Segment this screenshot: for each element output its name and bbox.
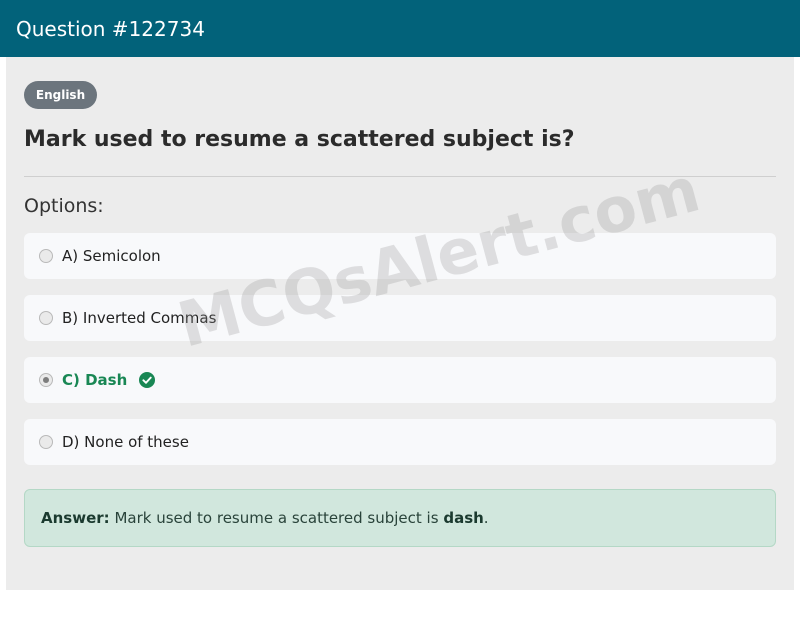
divider: [24, 176, 776, 177]
category-badge[interactable]: English: [24, 81, 97, 109]
option-d[interactable]: D) None of these: [24, 419, 776, 465]
check-circle-icon: [139, 372, 156, 388]
answer-text: Mark used to resume a scattered subject …: [114, 509, 439, 527]
option-label: B) Inverted Commas: [62, 309, 217, 327]
radio-button-selected[interactable]: [39, 373, 53, 387]
option-label: A) Semicolon: [62, 247, 161, 265]
answer-box: Answer: Mark used to resume a scattered …: [24, 489, 776, 547]
question-number: Question #122734: [16, 16, 205, 41]
answer-label: Answer:: [41, 509, 110, 527]
option-label: C) Dash: [62, 371, 128, 389]
option-label: D) None of these: [62, 433, 189, 451]
question-header: Question #122734: [0, 0, 800, 57]
options-label: Options:: [24, 195, 104, 217]
answer-end: .: [483, 509, 489, 527]
radio-button[interactable]: [39, 249, 53, 263]
answer-value: dash: [443, 509, 484, 527]
question-text: Mark used to resume a scattered subject …: [24, 127, 575, 152]
radio-button[interactable]: [39, 435, 53, 449]
option-c[interactable]: C) Dash: [24, 357, 776, 403]
option-b[interactable]: B) Inverted Commas: [24, 295, 776, 341]
option-a[interactable]: A) Semicolon: [24, 233, 776, 279]
radio-button[interactable]: [39, 311, 53, 325]
